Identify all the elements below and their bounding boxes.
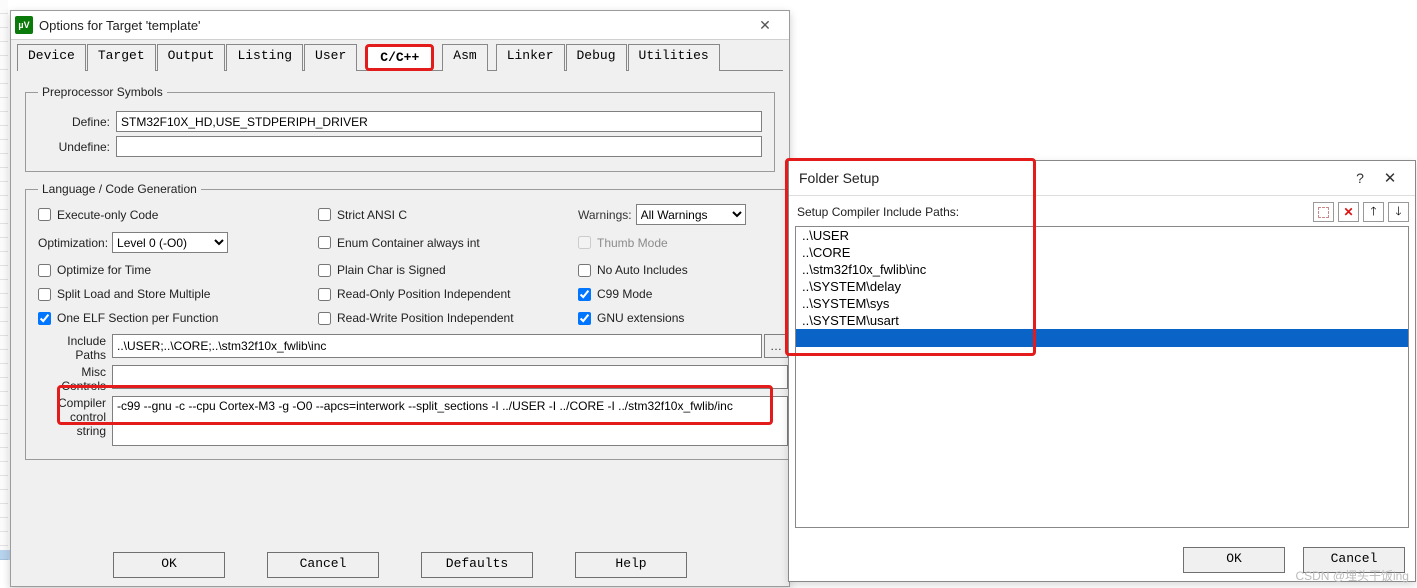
list-item[interactable]: ..\SYSTEM\sys (796, 295, 1408, 312)
options-dialog: µV Options for Target 'template' ✕ Devic… (10, 10, 790, 587)
delete-item-button[interactable]: ✕ (1338, 202, 1359, 222)
move-down-button[interactable]: 🡓 (1388, 202, 1409, 222)
ok-button[interactable]: OK (113, 552, 225, 578)
rw-pos-checkbox[interactable]: Read-Write Position Independent (318, 311, 568, 325)
undefine-label: Undefine: (38, 140, 116, 154)
compiler-control-string: -c99 --gnu -c --cpu Cortex-M3 -g -O0 --a… (112, 396, 788, 446)
close-icon[interactable]: ✕ (1375, 169, 1405, 187)
delete-icon: ✕ (1343, 205, 1353, 219)
strict-ansi-checkbox[interactable]: Strict ANSI C (318, 207, 568, 222)
cancel-button[interactable]: Cancel (267, 552, 379, 578)
new-item-button[interactable] (1313, 202, 1334, 222)
list-item[interactable]: ..\SYSTEM\usart (796, 312, 1408, 329)
tab-listing[interactable]: Listing (226, 44, 303, 71)
tab-ccpp[interactable]: C/C++ (365, 44, 434, 71)
language-legend: Language / Code Generation (38, 182, 201, 196)
new-item-icon (1318, 207, 1329, 218)
list-item[interactable]: ..\CORE (796, 244, 1408, 261)
folder-setup-dialog: Folder Setup ? ✕ Setup Compiler Include … (788, 160, 1416, 582)
compiler-control-label: Compiler control string (38, 396, 112, 438)
warnings-select[interactable]: All Warnings (636, 204, 746, 225)
preprocessor-legend: Preprocessor Symbols (38, 85, 167, 99)
arrow-up-icon: 🡑 (1370, 202, 1376, 223)
tab-device[interactable]: Device (17, 44, 86, 71)
tab-output[interactable]: Output (157, 44, 226, 71)
list-item[interactable]: ..\USER (796, 227, 1408, 244)
defaults-button[interactable]: Defaults (421, 552, 533, 578)
define-label: Define: (38, 115, 116, 129)
language-group: Language / Code Generation Execute-only … (25, 182, 801, 460)
watermark: CSDN @埋头干饭ing (1295, 567, 1409, 584)
optimize-time-checkbox[interactable]: Optimize for Time (38, 263, 308, 277)
move-up-button[interactable]: 🡑 (1363, 202, 1384, 222)
ro-pos-checkbox[interactable]: Read-Only Position Independent (318, 287, 568, 301)
folder-setup-title: Folder Setup (799, 170, 1345, 186)
c99-mode-checkbox[interactable]: C99 Mode (578, 287, 788, 301)
app-icon: µV (15, 16, 33, 34)
execute-only-checkbox[interactable]: Execute-only Code (38, 207, 308, 222)
misc-controls-input[interactable] (112, 365, 788, 389)
warnings-label: Warnings: (578, 208, 632, 222)
titlebar[interactable]: µV Options for Target 'template' ✕ (11, 11, 789, 40)
help-icon[interactable]: ? (1345, 170, 1375, 186)
plain-char-checkbox[interactable]: Plain Char is Signed (318, 263, 568, 277)
include-paths-input[interactable] (112, 334, 762, 358)
arrow-down-icon: 🡓 (1395, 202, 1401, 223)
paths-listbox[interactable]: ..\USER ..\CORE ..\stm32f10x_fwlib\inc .… (795, 226, 1409, 528)
enum-container-checkbox[interactable]: Enum Container always int (318, 232, 568, 253)
tab-target[interactable]: Target (87, 44, 156, 71)
tab-utilities[interactable]: Utilities (628, 44, 720, 71)
include-paths-label: Include Paths (38, 334, 112, 362)
misc-controls-label: Misc Controls (38, 365, 112, 393)
no-auto-includes-checkbox[interactable]: No Auto Includes (578, 263, 788, 277)
thumb-mode-checkbox: Thumb Mode (578, 232, 788, 253)
split-load-checkbox[interactable]: Split Load and Store Multiple (38, 287, 308, 301)
gnu-ext-checkbox[interactable]: GNU extensions (578, 311, 788, 325)
help-button[interactable]: Help (575, 552, 687, 578)
optimization-select[interactable]: Level 0 (-O0) (112, 232, 228, 253)
include-paths-header: Setup Compiler Include Paths: (797, 205, 1309, 219)
tab-bar: Device Target Output Listing User C/C++ … (11, 40, 789, 70)
tab-debug[interactable]: Debug (566, 44, 627, 71)
tab-linker[interactable]: Linker (496, 44, 565, 71)
one-elf-checkbox[interactable]: One ELF Section per Function (38, 311, 308, 325)
list-item-selected[interactable] (796, 329, 1408, 347)
include-paths-browse-button[interactable]: … (764, 334, 788, 358)
optimization-label: Optimization: (38, 236, 108, 250)
folder-setup-titlebar[interactable]: Folder Setup ? ✕ (789, 161, 1415, 196)
close-icon[interactable]: ✕ (745, 17, 785, 34)
list-item[interactable]: ..\SYSTEM\delay (796, 278, 1408, 295)
undefine-input[interactable] (116, 136, 762, 157)
tab-asm[interactable]: Asm (442, 44, 487, 71)
preprocessor-group: Preprocessor Symbols Define: Undefine: (25, 85, 775, 172)
tab-user[interactable]: User (304, 44, 357, 71)
define-input[interactable] (116, 111, 762, 132)
folder-setup-ok-button[interactable]: OK (1183, 547, 1285, 573)
window-title: Options for Target 'template' (39, 18, 739, 33)
list-item[interactable]: ..\stm32f10x_fwlib\inc (796, 261, 1408, 278)
